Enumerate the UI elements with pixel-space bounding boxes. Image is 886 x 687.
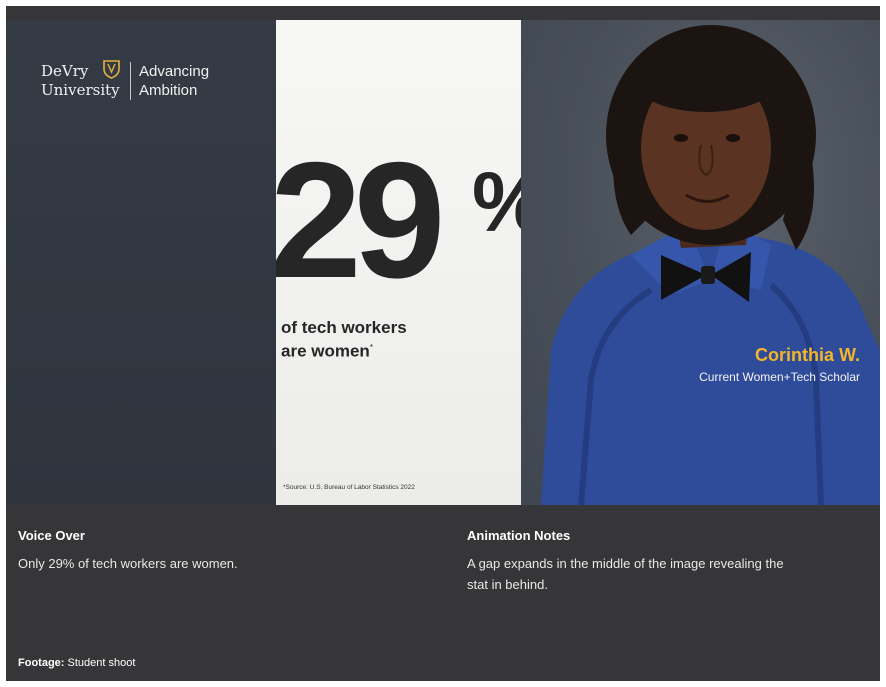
animation-notes-line2: stat in behind.: [467, 577, 548, 592]
stat-caption-line1: of tech workers: [281, 318, 407, 337]
footage-label: Footage:: [18, 657, 65, 669]
footage-info: Footage: Student shoot: [18, 657, 135, 669]
stat-caption-line2: are women: [281, 341, 370, 361]
logo-name-line2: University: [41, 81, 120, 99]
left-panel: DeVry University Advancing Ambition: [6, 20, 276, 505]
stat-caption-line2-wrap: are women*: [281, 338, 511, 362]
hero-image: DeVry University Advancing Ambition 29 %…: [6, 20, 880, 505]
stat-source: *Source: U.S. Bureau of Labor Statistics…: [283, 484, 415, 491]
voice-over-text: Only 29% of tech workers are women.: [18, 556, 238, 571]
person-title: Current Women+Tech Scholar: [699, 370, 860, 384]
devry-logo: DeVry University Advancing Ambition: [41, 60, 241, 105]
voice-over-label: Voice Over: [18, 528, 85, 543]
footage-value: Student shoot: [67, 657, 136, 669]
logo-tagline-line2: Ambition: [139, 82, 198, 99]
student-portrait-illustration: [541, 25, 880, 505]
logo-tagline: Advancing Ambition: [139, 62, 209, 100]
logo-divider: [130, 62, 131, 100]
shield-icon: [103, 60, 120, 79]
stat-panel: 29 % of tech workers are women* *Source:…: [276, 20, 521, 505]
footnote-mark: *: [369, 343, 373, 352]
stat-percent-sign: %: [472, 160, 521, 244]
stat-caption: of tech workers are women*: [281, 318, 511, 362]
person-name: Corinthia W.: [755, 345, 860, 365]
logo-tagline-line1: Advancing: [139, 63, 210, 80]
animation-notes-line1: A gap expands in the middle of the image…: [467, 556, 784, 571]
animation-notes-label: Animation Notes: [467, 528, 571, 543]
student-photo: Corinthia W. Current Women+Tech Scholar: [521, 20, 880, 505]
stat-number: 29: [276, 128, 446, 312]
animation-notes-text: A gap expands in the middle of the image…: [467, 553, 867, 595]
